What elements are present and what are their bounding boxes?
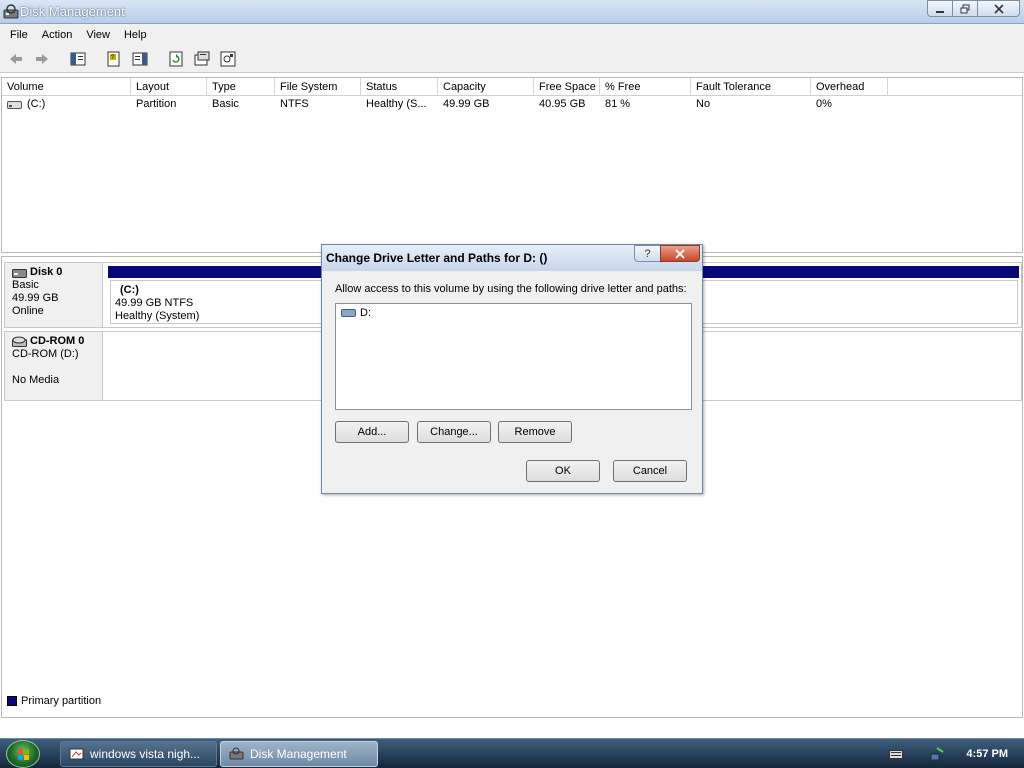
menu-action[interactable]: Action <box>35 29 80 41</box>
dialog-close-button[interactable] <box>660 245 700 262</box>
menu-bar: File Action View Help <box>0 24 1024 45</box>
help-icon: ? <box>644 247 651 260</box>
table-row[interactable]: (C:) Partition Basic NTFS Healthy (S... … <box>2 96 888 113</box>
restore-button[interactable] <box>952 0 978 17</box>
volume-fault-tolerance: No <box>696 98 711 110</box>
list-item[interactable]: D: <box>341 307 371 319</box>
volume-list-header: Volume Layout Type File System Status Ca… <box>2 78 1022 96</box>
cancel-button[interactable]: Cancel <box>613 460 687 482</box>
drive-paths-list[interactable]: D: <box>335 303 692 410</box>
drive-icon <box>341 309 356 317</box>
forward-button[interactable] <box>31 48 53 70</box>
cdrom-icon <box>12 336 27 347</box>
show-hide-console-tree-button[interactable] <box>67 48 89 70</box>
remove-button[interactable]: Remove <box>498 421 572 443</box>
menu-file[interactable]: File <box>3 29 35 41</box>
help-book-icon: ? <box>107 51 120 66</box>
start-button[interactable] <box>6 740 40 768</box>
drive-icon <box>7 100 22 109</box>
disk-icon <box>12 268 27 278</box>
clock[interactable]: 4:57 PM <box>966 748 1008 760</box>
windows-logo-icon <box>18 749 29 760</box>
disk-management-icon <box>3 4 19 20</box>
close-button[interactable] <box>977 0 1020 17</box>
taskbar-item-disk-management[interactable]: Disk Management <box>220 741 378 767</box>
toolbar: ? <box>0 45 1024 73</box>
column-overhead[interactable]: Overhead <box>811 78 888 96</box>
disk-management-icon <box>229 747 244 760</box>
window-titlebar[interactable]: Disk Management <box>0 0 1024 24</box>
ok-button[interactable]: OK <box>526 460 600 482</box>
volume-status: Healthy (S... <box>366 98 427 110</box>
cdrom-0-name: CD-ROM 0 <box>30 335 85 347</box>
forward-arrow-icon <box>36 53 48 64</box>
paint-icon <box>69 748 84 760</box>
volume-list[interactable]: Volume Layout Type File System Status Ca… <box>1 77 1023 253</box>
close-icon <box>675 248 685 259</box>
disk-0-kind: Basic <box>12 279 39 291</box>
properties-icon <box>194 51 210 65</box>
window-title: Disk Management <box>20 4 125 19</box>
path-label: D: <box>360 307 371 319</box>
column-type[interactable]: Type <box>207 78 275 96</box>
column-free-space[interactable]: Free Space <box>534 78 600 96</box>
column-file-system[interactable]: File System <box>275 78 361 96</box>
legend-primary-partition: Primary partition <box>21 695 102 707</box>
refresh-button[interactable] <box>165 48 187 70</box>
disk-0-label[interactable]: Disk 0 Basic 49.99 GB Online <box>5 263 103 327</box>
disk-0-state: Online <box>12 305 44 317</box>
dialog-help-button[interactable]: ? <box>634 245 661 262</box>
taskbar-item-label: Disk Management <box>250 747 347 761</box>
help-topics-button[interactable]: ? <box>103 48 125 70</box>
column-fault-tolerance[interactable]: Fault Tolerance <box>691 78 811 96</box>
legend: Primary partition <box>7 695 101 707</box>
cdrom-0-label[interactable]: CD-ROM 0 CD-ROM (D:) No Media <box>5 332 103 400</box>
network-icon[interactable] <box>929 746 945 762</box>
column-layout[interactable]: Layout <box>131 78 207 96</box>
dialog-title: Change Drive Letter and Paths for D: () <box>326 251 548 265</box>
volume-file-system: NTFS <box>280 98 309 110</box>
back-arrow-icon <box>10 53 22 64</box>
volume-capacity: 49.99 GB <box>443 98 490 110</box>
volume-type: Basic <box>212 98 239 110</box>
close-icon <box>993 3 1004 14</box>
disk-settings-icon <box>220 51 236 66</box>
action-pane-icon <box>132 52 148 65</box>
change-drive-letter-dialog[interactable]: Change Drive Letter and Paths for D: () … <box>321 244 703 494</box>
disk-0-size: 49.99 GB <box>12 292 59 304</box>
show-hide-action-pane-button[interactable] <box>129 48 151 70</box>
cdrom-0-size <box>12 361 102 374</box>
dialog-description: Allow access to this volume by using the… <box>335 283 687 295</box>
volume-percent-free: 81 % <box>605 98 631 110</box>
taskbar-item-vista[interactable]: windows vista nigh... <box>60 741 217 767</box>
cdrom-0-state: No Media <box>12 374 60 386</box>
volume-name: (C:) <box>27 98 46 110</box>
restore-icon <box>960 4 970 13</box>
refresh-icon <box>169 51 183 66</box>
volume-overhead: 0% <box>816 98 832 110</box>
taskbar-item-label: windows vista nigh... <box>90 747 201 761</box>
volume-free-space: 40.95 GB <box>539 98 586 110</box>
column-status[interactable]: Status <box>361 78 438 96</box>
minimize-button[interactable] <box>927 0 953 17</box>
primary-partition-swatch <box>7 696 17 706</box>
column-volume[interactable]: Volume <box>2 78 131 96</box>
back-button[interactable] <box>5 48 27 70</box>
add-button[interactable]: Add... <box>335 421 409 443</box>
cdrom-0-kind: CD-ROM (D:) <box>12 348 79 360</box>
column-capacity[interactable]: Capacity <box>438 78 534 96</box>
system-tray: 4:57 PM <box>889 739 1024 768</box>
disk-settings-button[interactable] <box>217 48 239 70</box>
taskbar: windows vista nigh... Disk Management 4:… <box>0 738 1024 768</box>
change-button[interactable]: Change... <box>417 421 491 443</box>
disk-0-name: Disk 0 <box>30 266 63 278</box>
keyboard-icon[interactable] <box>889 750 903 760</box>
menu-view[interactable]: View <box>79 29 117 41</box>
volume-layout: Partition <box>136 98 177 110</box>
minimize-icon <box>936 10 944 13</box>
menu-help[interactable]: Help <box>117 29 154 41</box>
column-percent-free[interactable]: % Free <box>600 78 691 96</box>
console-tree-icon <box>70 52 86 65</box>
properties-button[interactable] <box>191 48 213 70</box>
